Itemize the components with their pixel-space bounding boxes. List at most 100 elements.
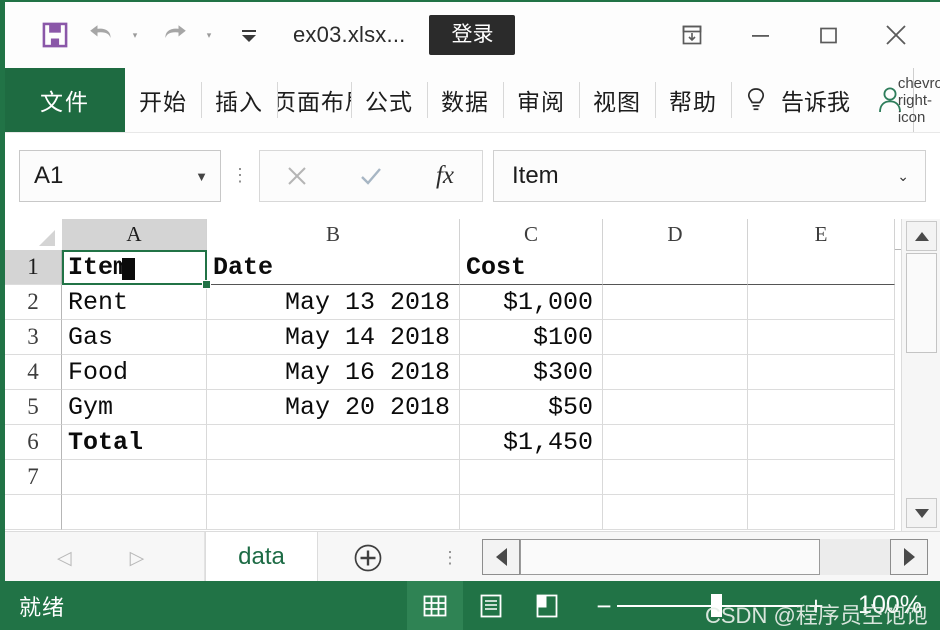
scroll-down-button[interactable] [906,498,937,528]
cell-E6[interactable] [748,425,895,460]
ribbon-tab-help[interactable]: 帮助 [655,68,731,132]
cell-B4[interactable]: May 16 2018 [207,355,460,390]
name-box[interactable]: A1 ▼ [19,150,221,202]
scroll-right-button[interactable] [890,539,928,575]
ribbon-display-options-button[interactable] [658,7,726,63]
chevron-down-icon[interactable]: ⌄ [897,168,925,185]
cell-B2[interactable]: May 13 2018 [207,285,460,320]
cell-C4[interactable]: $300 [460,355,603,390]
save-button[interactable] [33,13,77,57]
formula-input[interactable]: Item ⌄ [493,150,926,202]
zoom-out-button[interactable]: − [591,593,617,619]
sheet-tab-data[interactable]: data [205,532,318,584]
cell-D1[interactable] [603,250,748,285]
cell-C2[interactable]: $1,000 [460,285,603,320]
cell-D8[interactable] [603,495,748,530]
cell-C8[interactable] [460,495,603,530]
normal-view-button[interactable] [407,581,463,630]
row-header-6[interactable]: 6 [5,425,62,460]
add-sheet-button[interactable] [318,532,418,584]
cell-B8[interactable] [207,495,460,530]
ribbon-tab-view[interactable]: 视图 [579,68,655,132]
column-header-b[interactable]: B [207,219,460,250]
cell-D2[interactable] [603,285,748,320]
ribbon-tab-page-layout[interactable]: 页面布局 [277,68,351,132]
cell-D3[interactable] [603,320,748,355]
scroll-left-button[interactable] [482,539,520,575]
ribbon-tab-file[interactable]: 文件 [5,68,125,132]
confirm-entry-button[interactable] [341,161,401,191]
cell-C3[interactable]: $100 [460,320,603,355]
column-header-c[interactable]: C [460,219,603,250]
vertical-scrollbar[interactable] [901,219,940,531]
ribbon-tab-insert[interactable]: 插入 [201,68,277,132]
cell-D6[interactable] [603,425,748,460]
cell-C1[interactable]: Cost [460,250,603,285]
zoom-in-button[interactable]: + [802,593,830,619]
tell-me-search[interactable]: 告诉我 [731,68,862,132]
close-button[interactable] [862,7,930,63]
cell-B1[interactable]: Date [207,250,460,285]
cell-A5[interactable]: Gym [62,390,207,425]
redo-button[interactable] [153,13,197,57]
select-all-button[interactable] [5,219,62,250]
cell-E7[interactable] [748,460,895,495]
fill-handle[interactable] [202,280,211,289]
ribbon-tab-data[interactable]: 数据 [427,68,503,132]
row-header-partial[interactable] [5,495,62,530]
redo-dropdown-button[interactable]: ▾ [199,13,225,57]
cell-E1[interactable] [748,250,895,285]
cell-C5[interactable]: $50 [460,390,603,425]
row-header-2[interactable]: 2 [5,285,62,320]
zoom-slider-thumb[interactable] [711,594,722,617]
cell-D7[interactable] [603,460,748,495]
horizontal-scroll-track[interactable] [820,539,890,575]
scroll-up-button[interactable] [906,221,937,251]
cell-E4[interactable] [748,355,895,390]
row-header-4[interactable]: 4 [5,355,62,390]
row-header-3[interactable]: 3 [5,320,62,355]
row-header-1[interactable]: 1 [5,250,62,285]
sheet-next-button[interactable]: ▷ [130,547,145,570]
cancel-entry-button[interactable] [267,161,327,191]
cell-B5[interactable]: May 20 2018 [207,390,460,425]
cell-A2[interactable]: Rent [62,285,207,320]
row-header-5[interactable]: 5 [5,390,62,425]
minimize-button[interactable] [726,7,794,63]
vertical-scroll-thumb[interactable] [906,253,937,353]
sheet-prev-button[interactable]: ◁ [57,547,72,570]
cell-E5[interactable] [748,390,895,425]
cell-D4[interactable] [603,355,748,390]
customize-quick-access-button[interactable] [227,13,271,57]
cell-A3[interactable]: Gas [62,320,207,355]
horizontal-scrollbar[interactable] [482,539,928,575]
cell-A4[interactable]: Food [62,355,207,390]
maximize-button[interactable] [794,7,862,63]
cell-A7[interactable] [62,460,207,495]
row-header-7[interactable]: 7 [5,460,62,495]
insert-function-button[interactable]: fx [415,162,475,190]
ribbon-expand-button[interactable]: chevron-right-icon [898,68,940,132]
ribbon-tab-review[interactable]: 审阅 [503,68,579,132]
undo-button[interactable] [79,13,123,57]
column-header-d[interactable]: D [603,219,748,250]
zoom-slider[interactable] [617,594,802,618]
ribbon-tab-formulas[interactable]: 公式 [351,68,427,132]
undo-dropdown-button[interactable]: ▾ [125,13,151,57]
cell-E2[interactable] [748,285,895,320]
column-header-a[interactable]: A [62,219,207,250]
ribbon-tab-home[interactable]: 开始 [125,68,201,132]
cell-A6[interactable]: Total [62,425,207,460]
cell-D5[interactable] [603,390,748,425]
cell-B3[interactable]: May 14 2018 [207,320,460,355]
page-break-view-button[interactable] [519,581,575,630]
column-header-e[interactable]: E [748,219,895,250]
cell-C7[interactable] [460,460,603,495]
cell-B7[interactable] [207,460,460,495]
cell-E3[interactable] [748,320,895,355]
cell-A8[interactable] [62,495,207,530]
page-layout-view-button[interactable] [463,581,519,630]
cell-E8[interactable] [748,495,895,530]
spreadsheet-grid[interactable]: A B C D E 1 2 3 4 5 6 7 Item Date Cost Rent May 13 2018 $… [5,219,906,531]
sign-in-button[interactable]: 登录 [429,14,516,56]
